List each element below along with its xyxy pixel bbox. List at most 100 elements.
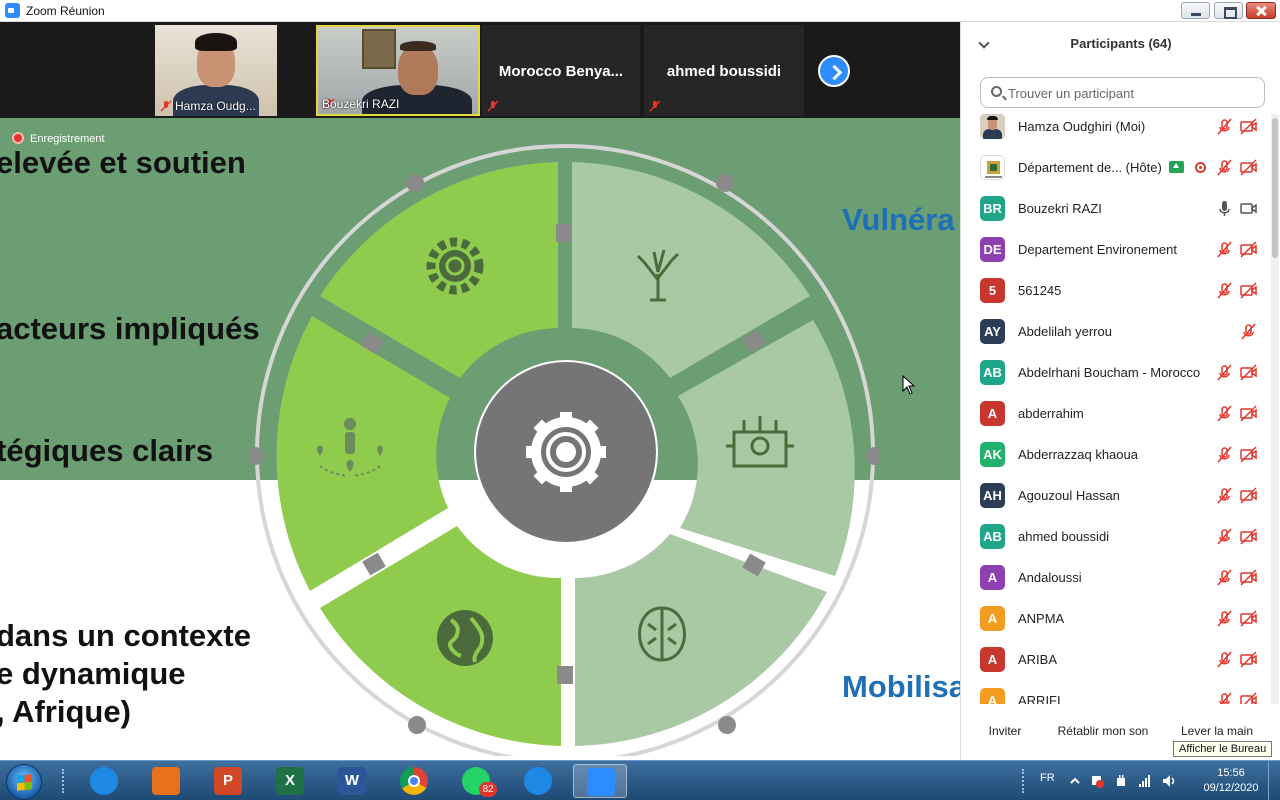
camera-off-icon[interactable]	[1240, 528, 1257, 545]
show-hidden-icons-icon[interactable]	[1068, 774, 1082, 788]
microphone-icon[interactable]	[1216, 200, 1233, 217]
participant-row[interactable]: AB ahmed boussidi	[961, 520, 1271, 561]
chrome-icon	[400, 767, 428, 795]
avatar-initials: A	[987, 570, 998, 585]
participant-row[interactable]: DE Departement Environement	[961, 233, 1271, 274]
taskbar-app-button[interactable]	[387, 764, 441, 798]
video-tile-active-speaker[interactable]: Bouzekri RAZI	[316, 25, 480, 116]
taskbar-app-button[interactable]	[511, 764, 565, 798]
windows-taskbar: P X W 82 FR 15:56 09/12/2020	[0, 760, 1280, 800]
globe-icon	[437, 610, 493, 666]
microphone-muted-icon[interactable]	[1240, 323, 1257, 340]
recording-icon	[1195, 162, 1206, 173]
unmute-button[interactable]: Rétablir mon son	[1051, 718, 1155, 742]
app-glyph: P	[222, 772, 233, 789]
video-tile[interactable]: Hamza Oudg...	[155, 25, 277, 116]
system-clock[interactable]: 15:56 09/12/2020	[1198, 766, 1264, 796]
restore-button[interactable]	[1214, 2, 1243, 19]
camera-off-icon[interactable]	[1240, 405, 1257, 422]
taskbar-app-button[interactable]: W	[325, 764, 379, 798]
raise-hand-button[interactable]: Lever la main	[1177, 718, 1257, 742]
microphone-muted-icon[interactable]	[1216, 446, 1233, 463]
participant-row[interactable]: 5 561245	[961, 274, 1271, 315]
microphone-muted-icon[interactable]	[1216, 405, 1233, 422]
microphone-muted-icon[interactable]	[1216, 487, 1233, 504]
power-plug-icon[interactable]	[1114, 774, 1128, 788]
taskbar-app-button[interactable]: 82	[449, 764, 503, 798]
camera-off-icon[interactable]	[1240, 446, 1257, 463]
participant-row[interactable]: Département de... (Hôte)	[961, 151, 1271, 192]
camera-off-icon[interactable]	[1240, 241, 1257, 258]
participant-avatar	[980, 155, 1005, 180]
camera-off-icon[interactable]	[1240, 118, 1257, 135]
camera-icon[interactable]	[1240, 200, 1257, 217]
microphone-muted-icon[interactable]	[1216, 569, 1233, 586]
participant-search-input[interactable]	[1008, 84, 1258, 102]
participant-name: Hamza Oudghiri (Moi)	[1018, 119, 1146, 134]
host-share-icon	[1169, 161, 1184, 173]
camera-off-icon[interactable]	[1240, 692, 1257, 704]
microphone-muted-icon[interactable]	[1216, 651, 1233, 668]
participant-row[interactable]: BR Bouzekri RAZI	[961, 192, 1271, 233]
microphone-muted-icon[interactable]	[1216, 282, 1233, 299]
microphone-muted-icon[interactable]	[1216, 692, 1233, 704]
slide-text-line: tégiques clairs	[0, 433, 214, 468]
camera-off-icon[interactable]	[1240, 651, 1257, 668]
close-button[interactable]	[1246, 2, 1276, 19]
participant-row[interactable]: A ANPMA	[961, 602, 1271, 643]
participant-avatar: AK	[980, 442, 1005, 467]
participant-name: Abdelrhani Boucham - Morocco	[1018, 365, 1201, 380]
language-indicator[interactable]: FR	[1040, 772, 1055, 784]
participant-avatar: AH	[980, 483, 1005, 508]
participant-row[interactable]: AH Agouzoul Hassan	[961, 479, 1271, 520]
avatar-initials: 5	[988, 283, 997, 298]
participant-row[interactable]: AY Abdelilah yerrou	[961, 315, 1271, 356]
participant-name: abderrahim	[1018, 406, 1084, 421]
taskbar-app-button[interactable]	[77, 764, 131, 798]
notification-badge: 82	[479, 782, 497, 797]
participant-avatar: AB	[980, 524, 1005, 549]
next-page-arrow-icon[interactable]	[818, 55, 850, 87]
camera-off-icon[interactable]	[1240, 282, 1257, 299]
action-center-flag-icon[interactable]	[1090, 774, 1104, 788]
participant-list-scrollbar[interactable]	[1271, 114, 1279, 704]
camera-off-icon[interactable]	[1240, 610, 1257, 627]
video-tile[interactable]: Morocco Benya...	[482, 25, 640, 116]
microphone-muted-icon[interactable]	[1216, 528, 1233, 545]
camera-off-icon[interactable]	[1240, 364, 1257, 381]
microphone-muted-icon[interactable]	[1216, 364, 1233, 381]
camera-off-icon[interactable]	[1240, 159, 1257, 176]
participant-name: Departement Environement	[1018, 242, 1177, 257]
show-desktop-button[interactable]	[1268, 761, 1280, 800]
participant-row[interactable]: AK Abderrazzaq khaoua	[961, 438, 1271, 479]
participant-avatar: A	[980, 565, 1005, 590]
microphone-muted-icon[interactable]	[1216, 118, 1233, 135]
taskbar-app-button[interactable]	[139, 764, 193, 798]
video-tile[interactable]: ahmed boussidi	[644, 25, 804, 116]
network-signal-icon[interactable]	[1138, 774, 1152, 788]
camera-off-icon[interactable]	[1240, 487, 1257, 504]
avatar-initials: AK	[983, 447, 1002, 462]
taskbar-app-button[interactable]	[573, 764, 627, 798]
start-button[interactable]	[6, 764, 42, 800]
participant-row[interactable]: Hamza Oudghiri (Moi)	[961, 114, 1271, 151]
microphone-muted-icon[interactable]	[1216, 159, 1233, 176]
participant-row[interactable]: A Andaloussi	[961, 561, 1271, 602]
video-strip: Hamza Oudg... Bouzekri RAZI Morocco Beny…	[0, 22, 960, 118]
scrollbar-thumb[interactable]	[1272, 118, 1278, 258]
participant-row[interactable]: AB Abdelrhani Boucham - Morocco	[961, 356, 1271, 397]
taskbar-app-button[interactable]: P	[201, 764, 255, 798]
mouse-cursor-icon	[902, 375, 916, 395]
camera-off-icon[interactable]	[1240, 569, 1257, 586]
minimize-button[interactable]	[1181, 2, 1210, 19]
participant-row[interactable]: A ARIBA	[961, 643, 1271, 684]
participant-search-box[interactable]	[980, 77, 1265, 108]
volume-icon[interactable]	[1162, 774, 1176, 788]
microphone-muted-icon[interactable]	[1216, 241, 1233, 258]
invite-button[interactable]: Inviter	[983, 718, 1027, 742]
taskbar-app-button[interactable]: X	[263, 764, 317, 798]
participant-row[interactable]: A ARRIFI	[961, 684, 1271, 704]
microphone-muted-icon[interactable]	[1216, 610, 1233, 627]
participant-row[interactable]: Aabderrahim	[961, 397, 1271, 438]
slide-text-line: e dynamique	[0, 656, 186, 691]
